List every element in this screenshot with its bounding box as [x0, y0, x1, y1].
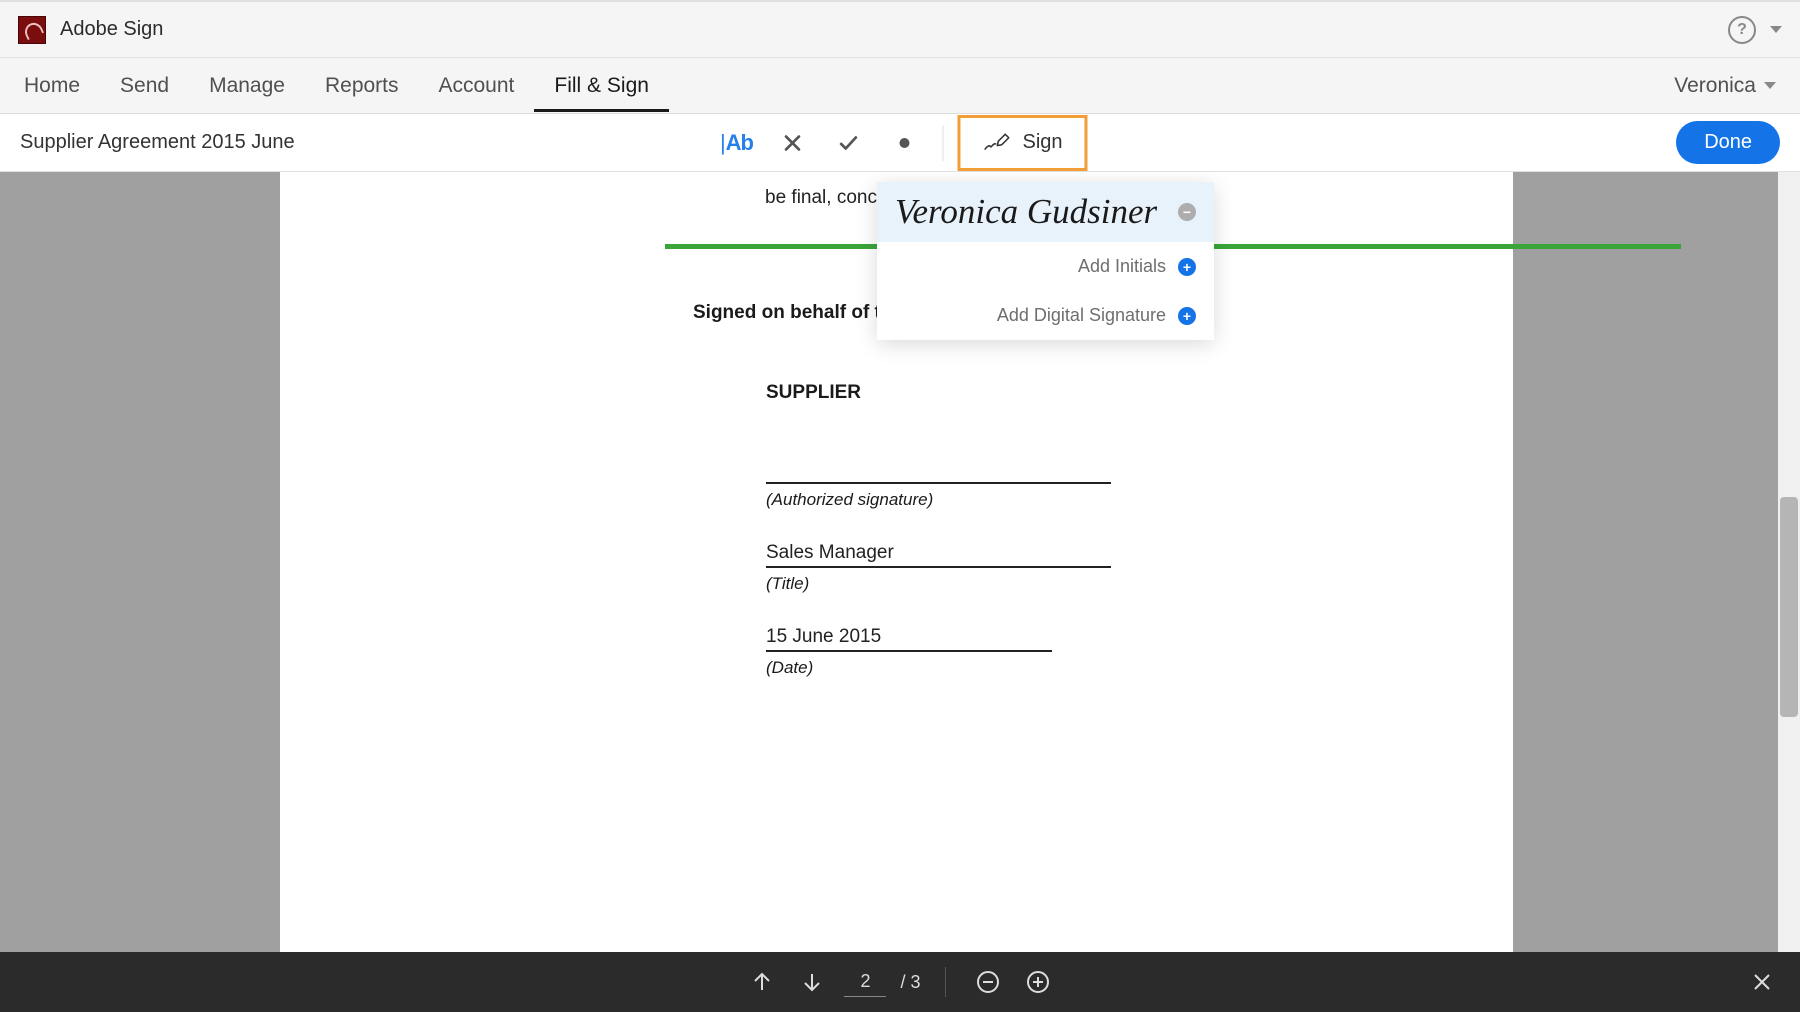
help-icon[interactable]: ? — [1728, 16, 1756, 44]
user-menu[interactable]: Veronica — [1674, 74, 1776, 98]
signature-preview: Veronica Gudsiner — [895, 192, 1157, 232]
signature-icon — [982, 132, 1010, 154]
dot-tool[interactable] — [880, 119, 928, 167]
chevron-down-icon — [1764, 82, 1776, 89]
add-initials-label: Add Initials — [1078, 256, 1166, 277]
toolbar-divider — [942, 125, 943, 161]
main-nav: Home Send Manage Reports Account Fill & … — [0, 58, 1800, 114]
remove-signature-icon[interactable]: − — [1178, 203, 1196, 221]
cross-tool[interactable] — [768, 119, 816, 167]
add-digital-signature-item[interactable]: Add Digital Signature + — [877, 291, 1214, 340]
nav-fill-and-sign[interactable]: Fill & Sign — [534, 60, 669, 112]
app-title: Adobe Sign — [60, 18, 163, 41]
nav-send[interactable]: Send — [100, 60, 189, 112]
sign-toolbar: Supplier Agreement 2015 June Ab Sign Don… — [0, 114, 1800, 172]
sign-button-label: Sign — [1022, 131, 1062, 154]
scrollbar-thumb[interactable] — [1780, 497, 1798, 717]
signature-line[interactable] — [766, 460, 1111, 484]
sign-button[interactable]: Sign — [957, 115, 1087, 171]
saved-signature-item[interactable]: Veronica Gudsiner − — [877, 182, 1214, 242]
checkmark-tool[interactable] — [824, 119, 872, 167]
signature-dropdown: Veronica Gudsiner − Add Initials + Add D… — [877, 182, 1214, 340]
page-controls-bar: / 3 — [0, 952, 1800, 1012]
document-viewport[interactable]: be final, conclusive and binding upon bo… — [0, 172, 1800, 952]
nav-home[interactable]: Home — [24, 60, 100, 112]
total-pages-label: / 3 — [900, 972, 920, 993]
date-field[interactable]: 15 June 2015 — [766, 624, 1052, 652]
title-bar: Adobe Sign ? — [0, 0, 1800, 58]
zoom-in-button[interactable] — [1020, 964, 1056, 1000]
vertical-scrollbar[interactable] — [1778, 172, 1800, 952]
nav-account[interactable]: Account — [419, 60, 535, 112]
close-bar-button[interactable] — [1744, 964, 1780, 1000]
add-initials-item[interactable]: Add Initials + — [877, 242, 1214, 291]
supplier-label: SUPPLIER — [766, 382, 1111, 404]
page-down-button[interactable] — [794, 964, 830, 1000]
user-name: Veronica — [1674, 74, 1756, 98]
controls-divider — [945, 967, 946, 997]
add-digital-signature-label: Add Digital Signature — [997, 305, 1166, 326]
app-logo — [18, 16, 46, 44]
current-page-input[interactable] — [844, 967, 886, 997]
text-tool[interactable]: Ab — [712, 119, 760, 167]
plus-icon: + — [1178, 258, 1196, 276]
signature-line-label: (Authorized signature) — [766, 490, 1111, 510]
app-menu-caret-icon[interactable] — [1770, 26, 1782, 33]
date-field-label: (Date) — [766, 658, 1111, 678]
done-button[interactable]: Done — [1676, 121, 1780, 164]
title-field[interactable]: Sales Manager — [766, 540, 1111, 568]
page-up-button[interactable] — [744, 964, 780, 1000]
zoom-out-button[interactable] — [970, 964, 1006, 1000]
nav-manage[interactable]: Manage — [189, 60, 305, 112]
nav-reports[interactable]: Reports — [305, 60, 419, 112]
plus-icon: + — [1178, 307, 1196, 325]
document-name: Supplier Agreement 2015 June — [20, 131, 295, 154]
title-field-label: (Title) — [766, 574, 1111, 594]
